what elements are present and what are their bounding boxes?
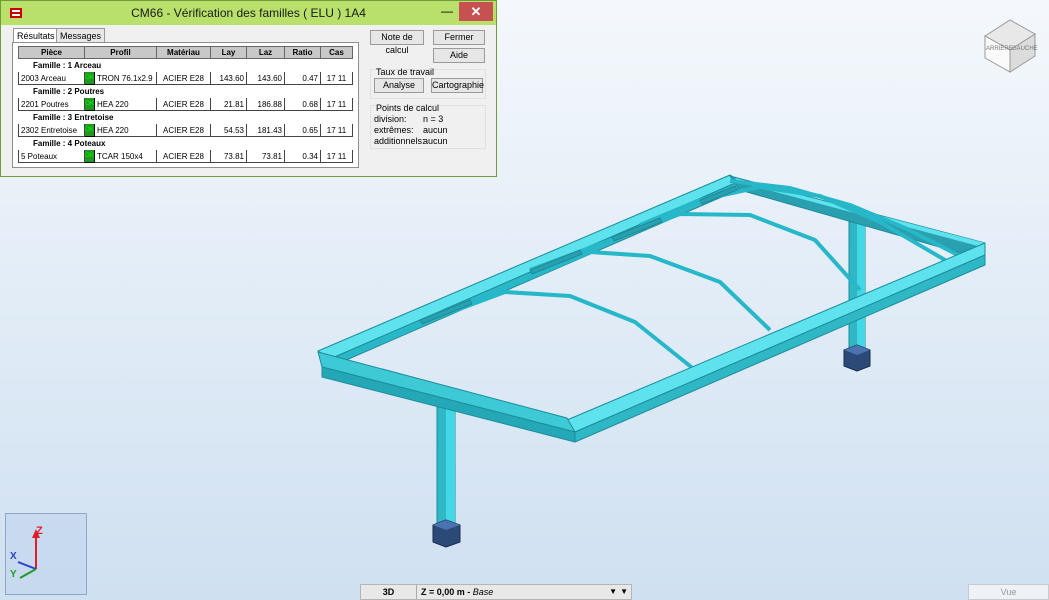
family-header: Famille : 1 Arceau [18,58,353,72]
cell-lay: 73.81 [210,149,247,163]
additionnels-label: additionnels: [374,136,425,146]
cell-lay: 54.53 [210,123,247,137]
results-table: Pièce Profil Matériau Lay Laz Ratio Cas … [18,46,353,163]
axes-indicator: Z X Y [5,513,87,595]
cell-piece: 5 Poteaux [18,149,85,163]
close-button[interactable]: ✕ [459,2,493,21]
cell-profil: HEA 220 [94,123,157,137]
cell-laz: 143.60 [246,71,285,85]
work-plane-label[interactable]: Z = 0,00 m - Base [421,585,493,599]
dialog-title: CM66 - Vérification des familles ( ELU )… [131,6,366,20]
axis-z-label: Z [36,525,43,537]
family-header: Famille : 4 Poteaux [18,136,353,150]
view-cube-face-back: ARRIÈRE [986,45,1013,52]
beam-front[interactable] [566,242,986,443]
view-mode-button[interactable]: 3D [361,585,417,599]
cell-ratio: 0.68 [284,97,321,111]
cell-lay: 143.60 [210,71,247,85]
col-header-lay[interactable]: Lay [210,46,247,59]
cartographie-button[interactable]: Cartographie [431,78,484,93]
cell-ratio: 0.47 [284,71,321,85]
col-header-laz[interactable]: Laz [246,46,285,59]
aide-button[interactable]: Aide [433,48,485,63]
col-header-ratio[interactable]: Ratio [284,46,321,59]
cell-lay: 21.81 [210,97,247,111]
verification-dialog: CM66 - Vérification des familles ( ELU )… [0,0,497,177]
cell-materiau: ACIER E28 [156,123,211,137]
view-cube-face-left: GAUCHE [1012,46,1038,52]
axis-y-label: Y [10,569,17,580]
dialog-titlebar[interactable]: CM66 - Vérification des familles ( ELU )… [1,1,496,25]
work-plane-prefix: Z = 0,00 m - [421,587,473,597]
ok-status-icon: OK [84,97,95,111]
note-de-calcul-button[interactable]: Note de calcul [370,30,424,55]
cell-profil: TRON 76.1x2.9 [94,71,157,85]
cell-profil: HEA 220 [94,97,157,111]
structure-model[interactable] [317,174,986,548]
plane-dropdown-icon[interactable]: ▼ [620,587,628,596]
table-row[interactable]: 2302 Entretoise OK HEA 220 ACIER E28 54.… [18,123,353,137]
cell-piece: 2003 Arceau [18,71,85,85]
cell-piece: 2201 Poutres [18,97,85,111]
table-row[interactable]: 2201 Poutres OK HEA 220 ACIER E28 21.81 … [18,97,353,111]
status-bar: 3D Z = 0,00 m - Base ▼ ▼ [360,584,632,600]
axis-x-label: X [10,551,17,562]
cell-cas: 17 11 [320,71,353,85]
division-label: division: [374,114,407,124]
taux-de-travail-label: Taux de travail [376,67,435,77]
column-front[interactable] [436,399,456,531]
table-row[interactable]: 2003 Arceau OK TRON 76.1x2.9 ACIER E28 1… [18,71,353,85]
ok-status-icon: OK [84,123,95,137]
view-button[interactable]: Vue [968,584,1049,600]
col-header-materiau[interactable]: Matériau [156,46,211,59]
cell-materiau: ACIER E28 [156,97,211,111]
results-panel: Pièce Profil Matériau Lay Laz Ratio Cas … [12,42,359,168]
support-back[interactable] [843,344,871,372]
ok-status-icon: OK [84,71,95,85]
plane-down-icon[interactable]: ▼ [609,587,617,596]
family-header: Famille : 3 Entretoise [18,110,353,124]
family-header: Famille : 2 Poutres [18,84,353,98]
beam-left[interactable] [317,174,741,368]
tab-messages[interactable]: Messages [56,28,106,43]
cell-cas: 17 11 [320,97,353,111]
cell-laz: 186.88 [246,97,285,111]
additionnels-value: aucun [423,136,448,146]
cell-cas: 17 11 [320,149,353,163]
col-header-cas[interactable]: Cas [320,46,353,59]
points-de-calcul-title: Points de calcul [376,103,440,113]
fermer-button[interactable]: Fermer [433,30,485,45]
work-plane-name: Base [472,587,494,597]
cell-profil: TCAR 150x4 [94,149,157,163]
extremes-value: aucun [423,125,448,135]
ok-status-icon: OK [84,149,95,163]
analyse-button[interactable]: Analyse [374,78,424,93]
extremes-label: extrêmes: [374,125,414,135]
col-header-piece[interactable]: Pièce [18,46,85,59]
col-header-profil[interactable]: Profil [84,46,157,59]
cell-materiau: ACIER E28 [156,149,211,163]
cell-ratio: 0.65 [284,123,321,137]
view-cube[interactable]: ARRIÈRE GAUCHE [984,19,1038,73]
table-row[interactable]: 5 Poteaux OK TCAR 150x4 ACIER E28 73.81 … [18,149,353,163]
minimize-button[interactable]: — [438,4,456,20]
cell-piece: 2302 Entretoise [18,123,85,137]
cell-materiau: ACIER E28 [156,71,211,85]
cell-ratio: 0.34 [284,149,321,163]
cell-laz: 181.43 [246,123,285,137]
division-value: n = 3 [423,114,444,124]
support-front[interactable] [432,519,461,548]
cell-laz: 73.81 [246,149,285,163]
cell-cas: 17 11 [320,123,353,137]
